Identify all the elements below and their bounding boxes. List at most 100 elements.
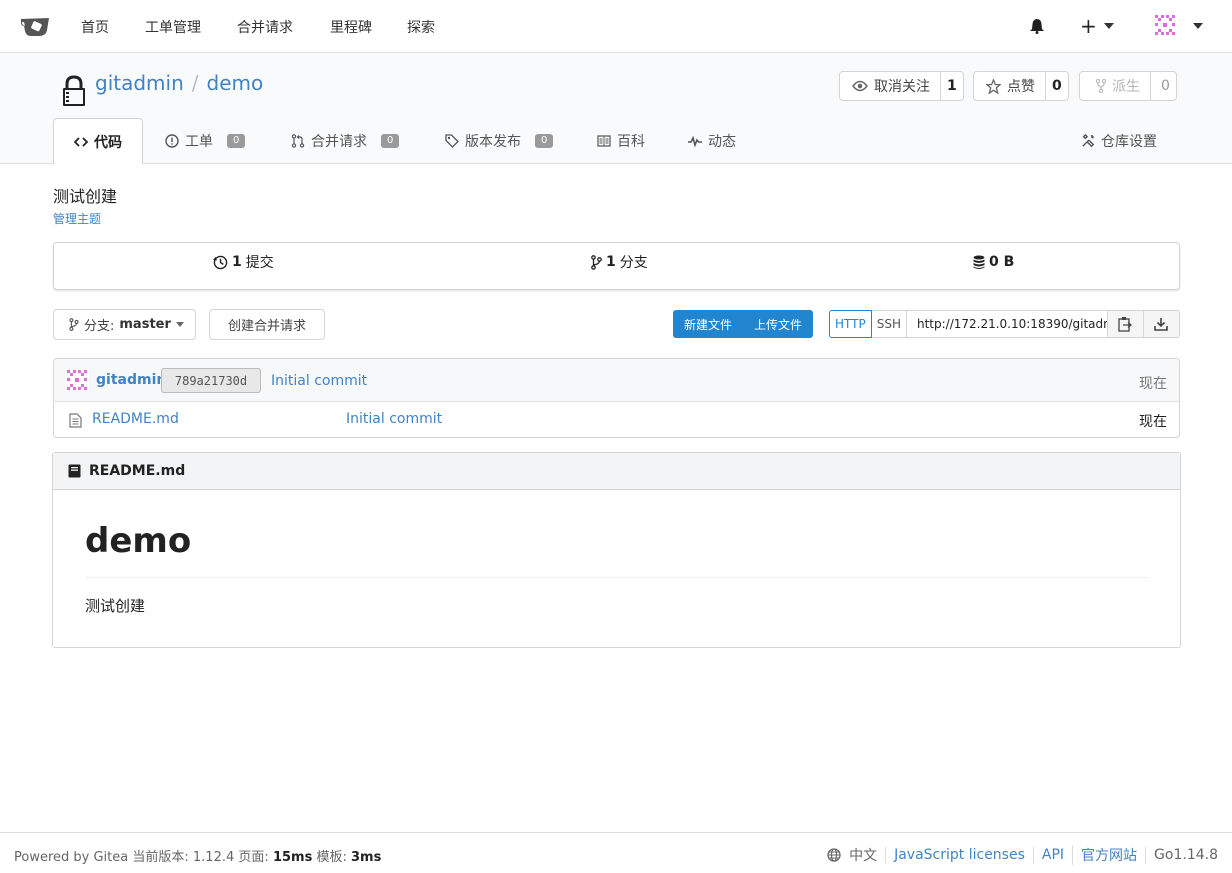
branches-count: 1 [606,254,616,270]
api-link[interactable]: API [1032,847,1072,863]
file-text-icon [69,413,82,428]
pull-request-icon [291,134,305,148]
tab-releases-label: 版本发布 [465,134,521,150]
js-licenses-link[interactable]: JavaScript licenses [885,847,1033,863]
watch-label: 取消关注 [874,79,930,95]
branches-stat[interactable]: 1 分支 [591,243,648,281]
top-navbar: 首页 工单管理 合并请求 里程碑 探索 + [0,0,1232,53]
avatar[interactable] [65,368,89,392]
nav-milestones[interactable]: 里程碑 [330,17,372,37]
fork-button[interactable]: 派生 0 [1079,71,1177,101]
star-count[interactable]: 0 [1046,72,1068,100]
file-name-link[interactable]: README.md [92,411,179,427]
size-stat: 0 B [973,243,1014,281]
powered-by-text: Powered by Gitea [14,850,129,865]
tab-releases[interactable]: 版本发布 0 [445,118,554,164]
readme-body: 测试创建 [85,597,146,615]
branch-icon [591,254,602,270]
official-site-link[interactable]: 官方网站 [1072,845,1145,865]
star-button[interactable]: 点赞 0 [973,71,1069,101]
footer-links: 中文 JavaScript licenses API 官方网站 Go1.14.8 [819,845,1218,865]
chevron-down-icon [175,322,184,327]
file-list: gitadmin 789a21730d Initial commit 现在 RE… [53,358,1180,438]
upload-file-button[interactable]: 上传文件 [743,310,813,338]
page-time-label: 页面: [238,850,269,865]
readme-panel: README.md demo 测试创建 [52,452,1181,648]
clone-panel: HTTP SSH http://172.21.0.10:18390/gitadm… [829,310,1180,338]
clone-ssh-button[interactable]: SSH [871,310,907,338]
clone-url-input[interactable]: http://172.21.0.10:18390/gitadmi [906,310,1108,338]
tab-code-label: 代码 [94,134,122,151]
chevron-down-icon[interactable] [1193,23,1203,29]
nav-home[interactable]: 首页 [81,17,109,37]
version-label: 当前版本: [132,850,189,865]
latest-commit-row: gitadmin 789a21730d Initial commit 现在 [54,359,1179,402]
gitea-logo-icon[interactable] [20,14,50,38]
tab-issues[interactable]: 工单 0 [165,118,246,164]
repo-size: 0 B [989,254,1015,270]
footer-info: Powered by Gitea 当前版本: 1.12.4 页面: 15ms 模… [14,846,381,865]
version-value: 1.12.4 [192,850,235,865]
language-selector[interactable]: 中文 [819,845,885,865]
repo-owner-link[interactable]: gitadmin [95,71,184,95]
lock-icon [63,75,85,106]
branch-label: 分支: [84,319,115,334]
repo-title-separator: / [191,71,199,95]
tab-activity[interactable]: 动态 [688,118,736,164]
fork-icon [1096,79,1106,93]
issue-opened-icon [165,134,179,148]
tab-settings[interactable]: 仓库设置 [1081,118,1157,164]
template-time-label: 模板: [316,850,347,865]
language-label: 中文 [849,848,878,864]
download-icon [1154,318,1169,331]
repo-name-link[interactable]: demo [207,71,264,95]
tools-icon [1082,134,1095,148]
copy-url-button[interactable] [1107,310,1144,338]
go-version: Go1.14.8 [1145,847,1218,863]
tab-pulls[interactable]: 合并请求 0 [291,118,400,164]
commits-count: 1 [232,254,242,270]
new-file-button[interactable]: 新建文件 [673,310,743,338]
fork-count[interactable]: 0 [1151,72,1176,100]
tab-code[interactable]: 代码 [53,118,143,165]
file-actions: 新建文件 上传文件 [673,310,814,338]
template-time-value: 3ms [350,850,382,865]
tag-icon [445,134,459,148]
pulls-count-badge: 0 [381,134,400,148]
tab-wiki-label: 百科 [617,134,645,150]
commit-sha-button[interactable]: 789a21730d [161,368,261,393]
avatar[interactable] [1153,13,1177,37]
nav-pulls[interactable]: 合并请求 [237,17,293,37]
branch-selector[interactable]: 分支: master [53,309,196,340]
table-row: README.md Initial commit 现在 [54,402,1179,438]
tab-pulls-label: 合并请求 [311,134,367,150]
history-icon [213,255,228,269]
watch-button[interactable]: 取消关注 1 [839,71,964,101]
issues-count-badge: 0 [227,134,246,148]
download-button[interactable] [1143,310,1180,338]
create-pull-request-button[interactable]: 创建合并请求 [209,309,325,340]
bell-icon[interactable] [1029,18,1045,34]
file-commit-message-link[interactable]: Initial commit [346,411,442,427]
footer: Powered by Gitea 当前版本: 1.12.4 页面: 15ms 模… [0,832,1232,873]
commit-message-link[interactable]: Initial commit [271,373,367,389]
plus-icon[interactable]: + [1080,16,1097,36]
watch-count[interactable]: 1 [941,72,963,100]
star-label: 点赞 [1007,79,1035,95]
repo-title: gitadmin / demo [95,71,263,95]
tab-issues-label: 工单 [185,134,213,150]
repo-description: 测试创建 [53,187,118,206]
clone-http-button[interactable]: HTTP [829,310,872,338]
manage-topics-link[interactable]: 管理主题 [53,210,101,227]
file-commit-time: 现在 [1139,414,1167,430]
book-icon [68,464,81,478]
divider [85,577,1148,578]
commits-stat[interactable]: 1 提交 [213,243,274,281]
nav-explore[interactable]: 探索 [407,17,435,37]
page-time-value: 15ms [272,850,313,865]
commit-author-link[interactable]: gitadmin [96,372,166,388]
globe-icon [827,848,841,862]
chevron-down-icon[interactable] [1104,23,1114,29]
nav-issues[interactable]: 工单管理 [145,17,201,37]
tab-wiki[interactable]: 百科 [597,118,645,164]
